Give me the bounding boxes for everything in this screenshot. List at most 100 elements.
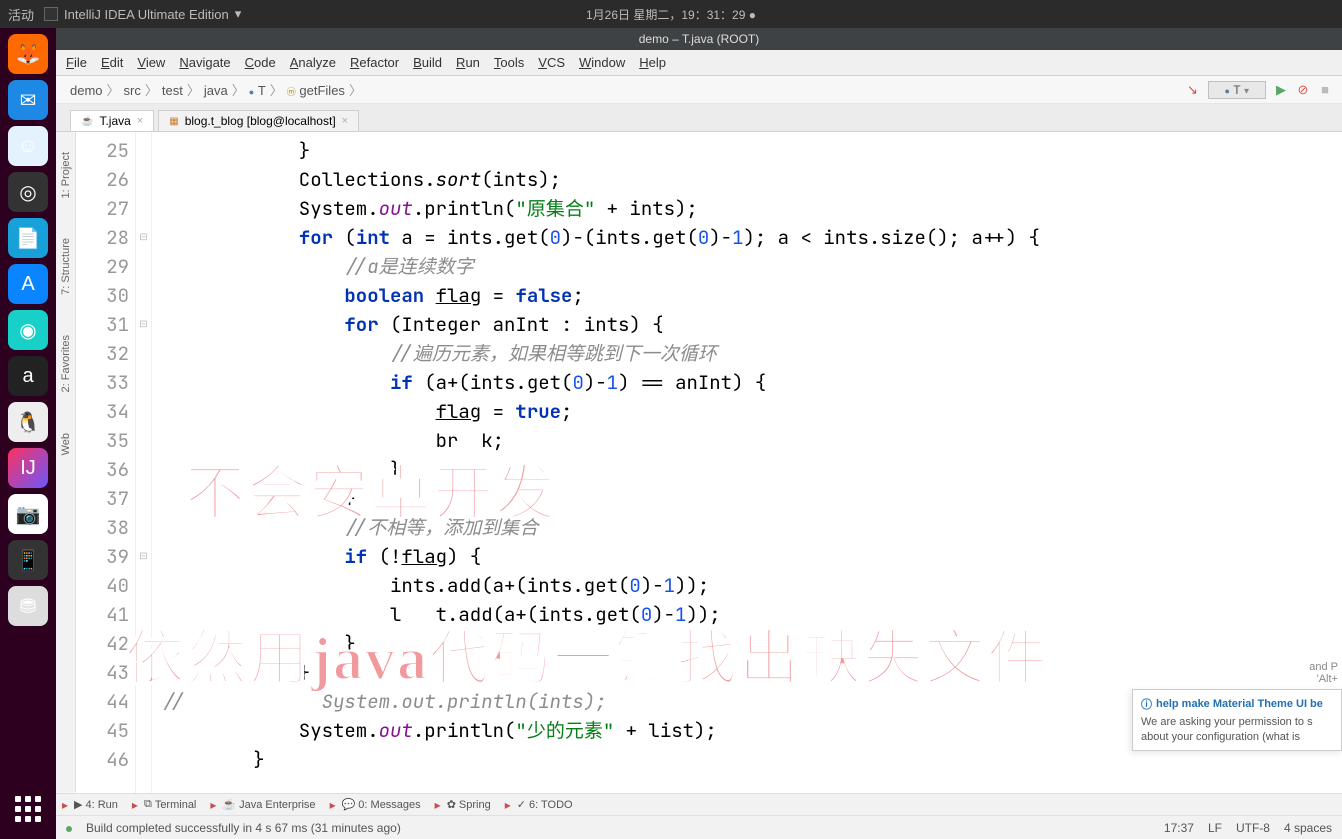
fold-marker[interactable]: [136, 687, 151, 716]
tab-blog[interactable]: ▦blog.t_blog [blog@localhost]×: [158, 110, 359, 131]
run-config-selector[interactable]: ● T ▾: [1208, 81, 1267, 99]
clock[interactable]: 1月26日 星期二，19：31：29 ●: [586, 6, 756, 23]
menu-navigate[interactable]: Navigate: [179, 55, 230, 70]
fold-marker[interactable]: [136, 484, 151, 513]
expand-icon: ▸: [505, 798, 511, 812]
fold-marker[interactable]: [136, 571, 151, 600]
dock-screenshot[interactable]: 📷: [8, 494, 48, 534]
dock-phone[interactable]: 📱: [8, 540, 48, 580]
fold-marker[interactable]: [136, 165, 151, 194]
fold-marker[interactable]: [136, 629, 151, 658]
breadcrumb-separator: 〉: [107, 83, 120, 98]
fold-marker[interactable]: [136, 513, 151, 542]
code-line: //遍历元素，如果相等跳到下一次循环: [162, 339, 1342, 368]
tool-window-bar-bottom: ▸▶4: Run ▸⧉Terminal ▸☕Java Enterprise ▸💬0: …: [56, 793, 1342, 815]
menu-view[interactable]: View: [137, 55, 165, 70]
line-number: 30: [76, 281, 129, 310]
menu-edit[interactable]: Edit: [101, 55, 123, 70]
breadcrumb-test[interactable]: test: [158, 82, 187, 99]
indent[interactable]: 4 spaces: [1284, 821, 1332, 835]
fold-marker[interactable]: [136, 368, 151, 397]
editor[interactable]: 2526272829303132333435363738394041424344…: [76, 132, 1342, 793]
breadcrumb-separator: 〉: [270, 83, 283, 98]
fold-marker[interactable]: ⊟: [136, 542, 151, 571]
fold-marker[interactable]: [136, 600, 151, 629]
dock-qq[interactable]: 🐧: [8, 402, 48, 442]
dock-drive[interactable]: ⛃: [8, 586, 48, 626]
menu-refactor[interactable]: Refactor: [350, 55, 399, 70]
dock-amazon[interactable]: a: [8, 356, 48, 396]
tab-t[interactable]: ☕T.java×: [70, 110, 154, 131]
breadcrumb-t[interactable]: ● T: [245, 82, 270, 99]
fold-marker[interactable]: [136, 194, 151, 223]
app-menu[interactable]: IntelliJ IDEA Ultimate Edition ▾: [44, 6, 241, 22]
activity-label[interactable]: 活动: [8, 5, 34, 24]
breadcrumb-getfiles[interactable]: ⓜ getFiles: [283, 82, 349, 99]
build-status-icon[interactable]: [66, 821, 76, 835]
dock-thunderbird[interactable]: ✉: [8, 80, 48, 120]
tool-terminal[interactable]: ▸⧉Terminal: [132, 798, 196, 812]
encoding[interactable]: UTF-8: [1236, 821, 1270, 835]
menu-tools[interactable]: Tools: [494, 55, 524, 70]
dock-appstore[interactable]: A: [8, 264, 48, 304]
code-line: }: [162, 136, 1342, 165]
tool-spring[interactable]: ▸✿Spring: [435, 798, 491, 812]
dock-firefox[interactable]: 🦊: [8, 34, 48, 74]
breadcrumb-java[interactable]: java: [200, 82, 232, 99]
menu-vcs[interactable]: VCS: [538, 55, 565, 70]
breadcrumb-demo[interactable]: demo: [66, 82, 107, 99]
tool-web[interactable]: Web: [58, 413, 74, 475]
locate-icon[interactable]: ↘: [1186, 83, 1200, 97]
dock-finder[interactable]: ☺: [8, 126, 48, 166]
code-line: br k;: [162, 426, 1342, 455]
intellij-icon: [44, 7, 58, 21]
debug-icon[interactable]: ⊘: [1296, 83, 1310, 97]
breadcrumb-src[interactable]: src: [120, 82, 145, 99]
apps-button[interactable]: [8, 789, 48, 829]
tool-todo[interactable]: ▸✓6: TODO: [505, 798, 573, 812]
expand-icon: ▸: [62, 798, 68, 812]
fold-marker[interactable]: ⊟: [136, 310, 151, 339]
menu-analyze[interactable]: Analyze: [290, 55, 336, 70]
close-icon[interactable]: ×: [137, 115, 143, 127]
build-status-text: Build completed successfully in 4 s 67 m…: [86, 821, 401, 835]
stop-icon[interactable]: ■: [1318, 83, 1332, 97]
info-icon: ⓘ: [1141, 696, 1152, 712]
tool-javaenterprise[interactable]: ▸☕Java Enterprise: [210, 798, 315, 812]
fold-marker[interactable]: [136, 426, 151, 455]
caret-position[interactable]: 17:37: [1164, 821, 1194, 835]
menu-run[interactable]: Run: [456, 55, 480, 70]
tool-run[interactable]: ▸▶4: Run: [62, 798, 118, 812]
fold-marker[interactable]: [136, 745, 151, 774]
tool-project[interactable]: 1: Project: [58, 132, 74, 218]
menu-file[interactable]: File: [66, 55, 87, 70]
close-icon[interactable]: ×: [342, 115, 348, 127]
line-separator[interactable]: LF: [1208, 821, 1222, 835]
menu-code[interactable]: Code: [245, 55, 276, 70]
fold-marker[interactable]: [136, 339, 151, 368]
tool-structure[interactable]: 7: Structure: [58, 218, 74, 315]
dock-gnome[interactable]: ◉: [8, 310, 48, 350]
breadcrumb-separator: 〉: [145, 83, 158, 98]
breadcrumb-separator: 〉: [187, 83, 200, 98]
fold-marker[interactable]: ⊟: [136, 223, 151, 252]
run-icon[interactable]: ▶: [1274, 83, 1288, 97]
menu-build[interactable]: Build: [413, 55, 442, 70]
fold-marker[interactable]: [136, 281, 151, 310]
notification-popup[interactable]: ⓘhelp make Material Theme UI be We are a…: [1132, 689, 1342, 751]
fold-marker[interactable]: [136, 397, 151, 426]
menu-help[interactable]: Help: [639, 55, 666, 70]
code-line: boolean flag = false;: [162, 281, 1342, 310]
fold-gutter[interactable]: ⊟ ⊟ ⊟: [136, 132, 152, 793]
fold-marker[interactable]: [136, 252, 151, 281]
fold-marker[interactable]: [136, 658, 151, 687]
fold-marker[interactable]: [136, 136, 151, 165]
dock-rhythmbox[interactable]: ◎: [8, 172, 48, 212]
dock-intellij[interactable]: IJ: [8, 448, 48, 488]
tool-messages[interactable]: ▸💬0: Messages: [330, 798, 421, 812]
dock-libreoffice[interactable]: 📄: [8, 218, 48, 258]
menu-window[interactable]: Window: [579, 55, 625, 70]
fold-marker[interactable]: [136, 716, 151, 745]
tool-favorites[interactable]: 2: Favorites: [58, 315, 74, 412]
fold-marker[interactable]: [136, 455, 151, 484]
